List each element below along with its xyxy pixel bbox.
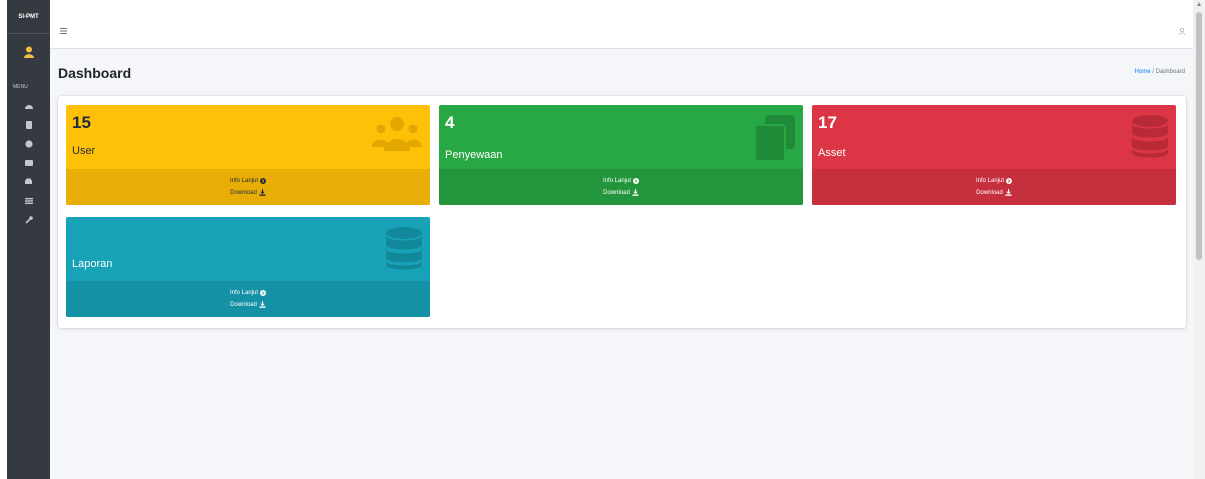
download-icon bbox=[259, 301, 266, 308]
small-box-user: 15 User Info Lanjut Download bbox=[66, 105, 430, 205]
sidebar-item-dashboard[interactable] bbox=[7, 96, 50, 115]
database-icon bbox=[1132, 115, 1168, 158]
car-icon bbox=[25, 178, 32, 184]
breadcrumb: Home / Dashboard bbox=[1135, 69, 1185, 75]
sidebar-item-menu[interactable] bbox=[7, 191, 50, 210]
copy-icon bbox=[755, 115, 795, 161]
small-box-asset: 17 Asset Info Lanjut Download bbox=[812, 105, 1176, 205]
sidebar-item-car[interactable] bbox=[7, 172, 50, 191]
sidebar-item-palette[interactable] bbox=[7, 134, 50, 153]
download-link[interactable]: Download bbox=[230, 301, 266, 308]
dashboard-card: 15 User Info Lanjut Download 4 Penyewaan… bbox=[58, 96, 1186, 328]
breadcrumb-separator: / bbox=[1152, 69, 1154, 75]
sidebar-item-tools[interactable] bbox=[7, 210, 50, 229]
box-label: Asset bbox=[818, 147, 846, 159]
users-icon bbox=[372, 117, 422, 151]
arrow-circle-right-icon bbox=[260, 178, 267, 184]
scroll-up-arrow-icon[interactable] bbox=[1197, 2, 1201, 6]
top-navbar bbox=[50, 0, 1193, 49]
box-count: 17 bbox=[818, 113, 837, 132]
user-icon bbox=[1179, 27, 1185, 36]
page-title: Dashboard bbox=[58, 65, 132, 81]
download-link[interactable]: Download bbox=[603, 189, 639, 196]
sidebar-nav bbox=[7, 96, 50, 229]
file-icon bbox=[25, 120, 32, 129]
info-link[interactable]: Info Lanjut bbox=[230, 178, 267, 184]
download-icon bbox=[1005, 189, 1012, 196]
box-footer: Info Lanjut Download bbox=[439, 169, 803, 205]
card-icon bbox=[24, 159, 33, 166]
box-label: Penyewaan bbox=[445, 149, 503, 161]
database-icon bbox=[386, 227, 422, 270]
vertical-scrollbar[interactable] bbox=[1193, 0, 1205, 479]
content-header: Dashboard Home / Dashboard bbox=[50, 49, 1193, 99]
menu-header: MENU bbox=[13, 84, 28, 90]
user-avatar-icon bbox=[23, 46, 34, 58]
download-link[interactable]: Download bbox=[230, 189, 266, 196]
brand-logo[interactable]: SI-PMT bbox=[7, 0, 50, 34]
box-count: 15 bbox=[72, 113, 91, 132]
info-link[interactable]: Info Lanjut bbox=[230, 290, 267, 296]
wrench-icon bbox=[24, 215, 33, 224]
hamburger-icon bbox=[60, 28, 67, 34]
box-footer: Info Lanjut Download bbox=[66, 281, 430, 317]
user-avatar[interactable] bbox=[7, 34, 50, 74]
main-content: Dashboard Home / Dashboard 15 User Info … bbox=[50, 0, 1193, 479]
box-footer: Info Lanjut Download bbox=[812, 169, 1176, 205]
box-footer: Info Lanjut Download bbox=[66, 169, 430, 205]
dashboard-icon bbox=[24, 105, 33, 109]
arrow-circle-right-icon bbox=[260, 290, 267, 296]
arrow-circle-right-icon bbox=[1006, 178, 1013, 184]
user-menu-button[interactable] bbox=[1179, 22, 1185, 40]
sidebar: SI-PMT MENU bbox=[7, 0, 50, 479]
box-count: 4 bbox=[445, 113, 455, 132]
download-link[interactable]: Download bbox=[976, 189, 1012, 196]
small-box-penyewaan: 4 Penyewaan Info Lanjut Download bbox=[439, 105, 803, 205]
info-link[interactable]: Info Lanjut bbox=[603, 178, 640, 184]
download-icon bbox=[259, 189, 266, 196]
breadcrumb-home-link[interactable]: Home bbox=[1135, 69, 1151, 75]
box-label: User bbox=[72, 145, 96, 157]
bars-icon bbox=[24, 197, 33, 204]
palette-icon bbox=[24, 139, 33, 148]
breadcrumb-current: Dashboard bbox=[1155, 69, 1185, 75]
small-box-laporan: Laporan Info Lanjut Download bbox=[66, 217, 430, 317]
sidebar-toggle-button[interactable] bbox=[60, 21, 67, 39]
scrollbar-thumb[interactable] bbox=[1196, 12, 1202, 260]
download-icon bbox=[632, 189, 639, 196]
arrow-circle-right-icon bbox=[633, 178, 640, 184]
box-label: Laporan bbox=[72, 258, 113, 270]
sidebar-item-data[interactable] bbox=[7, 115, 50, 134]
sidebar-item-list[interactable] bbox=[7, 153, 50, 172]
info-link[interactable]: Info Lanjut bbox=[976, 178, 1013, 184]
